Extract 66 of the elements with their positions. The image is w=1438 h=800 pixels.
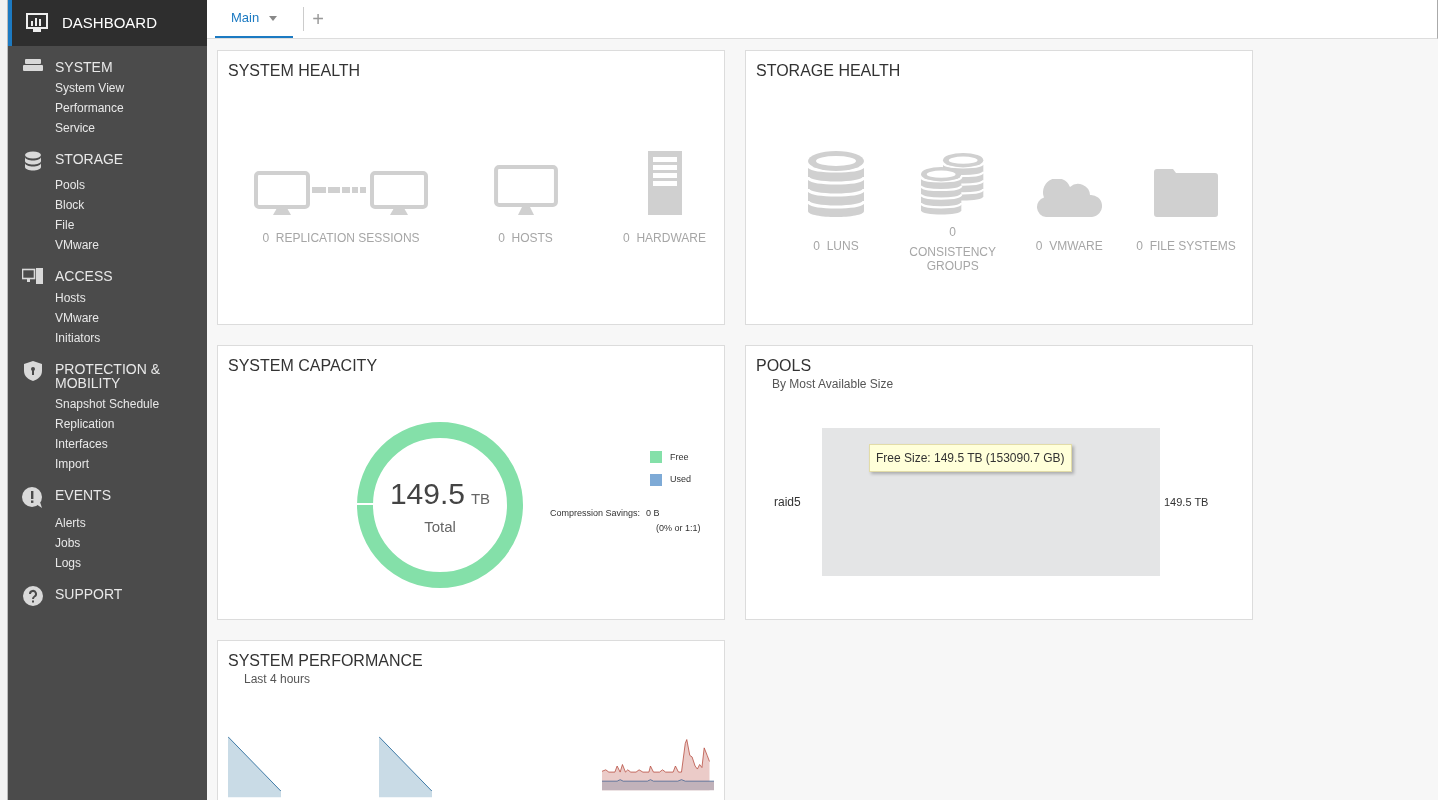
cloud-icon [1036,179,1103,217]
monitor-icon [493,165,558,215]
section-title[interactable]: SUPPORT [55,585,175,601]
nav-item[interactable]: Import [55,454,89,474]
nav-item[interactable]: Pools [55,175,86,195]
nav-item[interactable]: File [55,215,75,235]
tooltip: Free Size: 149.5 TB (153090.7 GB) [869,444,1072,472]
health-count: 0 [949,224,956,241]
health-label: 0 FILE SYSTEMS [1136,238,1236,255]
savings-ratio: (0% or 1:1) [655,522,701,535]
tab[interactable]: Main [215,0,294,38]
caret-icon [269,15,278,21]
total-unit: TB [470,489,491,510]
database-icon [23,151,42,171]
database-icon [808,151,864,217]
nav-item[interactable]: Alerts [55,513,86,533]
server-icon [22,59,43,71]
nav-item[interactable]: Replication [55,414,115,434]
card-title: SYSTEM PERFORMANCE [228,651,424,671]
card-title: STORAGE HEALTH [756,61,902,81]
card-subtitle: By Most Available Size [771,376,895,392]
section-title[interactable]: ACCESS [55,267,175,283]
section-title[interactable]: SYSTEM [55,58,175,74]
health-label: 0 HARDWARE [623,230,706,247]
databases-icon [920,153,985,217]
nav-item[interactable]: Logs [55,553,82,573]
folder-icon [1153,169,1218,217]
savings-value: 0 B [646,506,660,520]
help-icon [22,586,43,606]
total-label: Total [424,517,456,538]
section-title[interactable]: EVENTS [55,486,175,502]
nav-item[interactable]: Initiators [55,328,101,348]
total-value: 149.5 [389,476,465,513]
health-label: 0 VMWARE [1035,238,1103,255]
shield-icon [23,361,42,381]
health-label: 0 LUNS [813,238,859,255]
section-title[interactable]: PROTECTION & MOBILITY [55,360,175,390]
card-title: POOLS [756,356,813,376]
health-label: CONSISTENCY GROUPS [908,245,997,273]
pool-size: 149.5 TB [1164,494,1209,510]
tower-icon [647,151,682,215]
nav-item[interactable]: Service [55,118,95,138]
nav-item[interactable]: Block [55,195,85,215]
legend-label: Used [670,473,691,486]
nav-item[interactable]: Hosts [55,288,86,308]
alert-icon [21,487,44,509]
nav-item[interactable]: VMware [55,308,99,328]
health-label: 0 HOSTS [498,230,553,247]
nav-item[interactable]: Interfaces [55,434,108,454]
savings-label: Compression Savings: [550,506,641,520]
nav-item[interactable]: System View [55,78,125,98]
nav-item[interactable]: VMware [55,235,99,255]
replication-icon [254,171,428,215]
dashboard-item[interactable]: DASHBOARD [8,0,207,46]
section-title[interactable]: STORAGE [55,150,175,166]
nav-item[interactable]: Snapshot Schedule [55,394,160,414]
pool-name: raid5 [773,494,802,511]
nav-item[interactable]: Jobs [55,533,81,553]
health-label: 0 REPLICATION SESSIONS [262,230,420,247]
card-subtitle: Last 4 hours [243,671,312,687]
nav-item[interactable]: Performance [55,98,124,118]
card-title: SYSTEM CAPACITY [228,356,379,376]
card-title: SYSTEM HEALTH [228,61,362,81]
legend-label: Free [670,450,689,464]
computer-icon [21,268,44,284]
dashboard-icon [26,13,48,33]
